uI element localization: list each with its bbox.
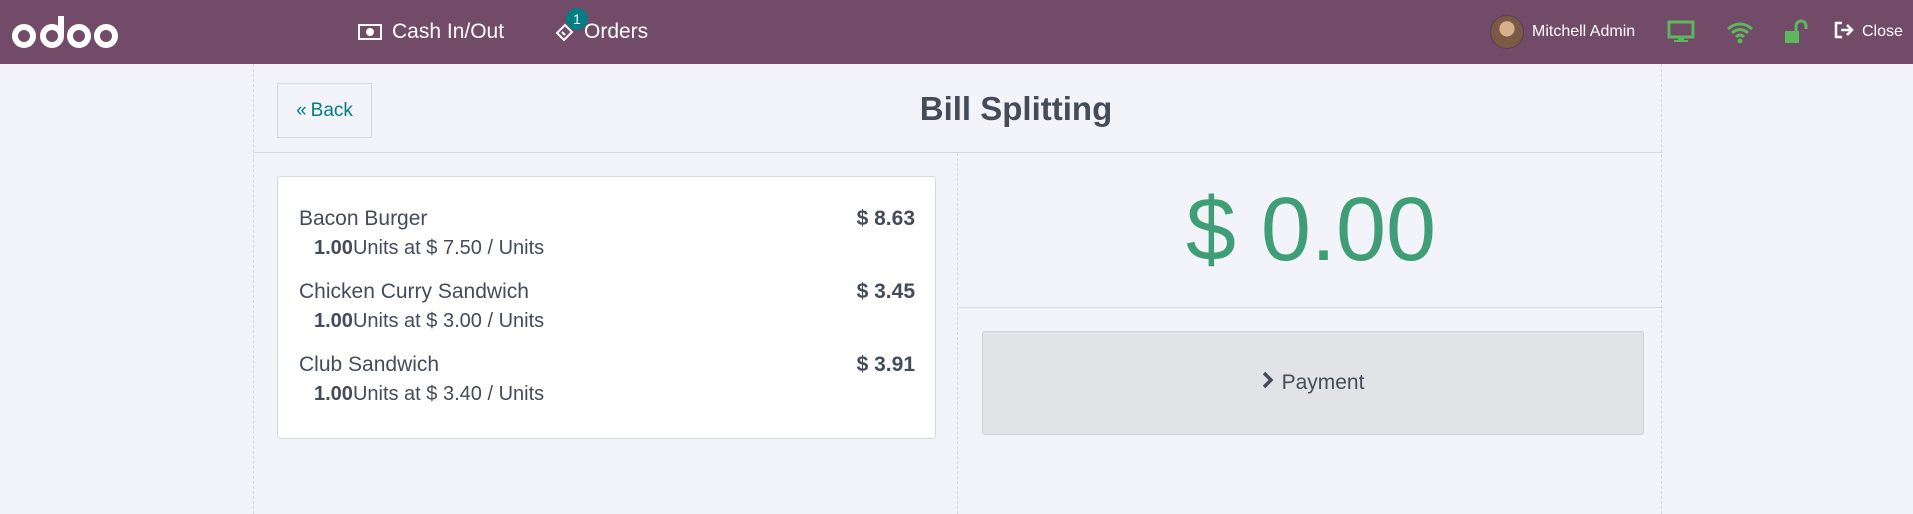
close-button[interactable]: Close (1834, 0, 1903, 64)
back-button[interactable]: « Back (277, 83, 372, 138)
line-price: $ 3.91 (856, 353, 915, 376)
line-unit-detail: Units at $ 3.40 / Units (352, 383, 545, 405)
user-menu[interactable]: Mitchell Admin (1490, 0, 1635, 64)
split-bill-screen: « Back Bill Splitting Bacon Burger $ 8.6… (253, 64, 1663, 514)
product-name: Bacon Burger (299, 207, 428, 230)
product-name: Club Sandwich (299, 353, 440, 376)
cash-in-out-button[interactable]: Cash In/Out (358, 0, 504, 64)
line-unit-detail: Units at $ 3.00 / Units (352, 310, 545, 332)
close-label: Close (1862, 23, 1903, 40)
sign-out-icon (1834, 21, 1854, 44)
line-quantity: 1.00 (314, 383, 353, 405)
line-price: $ 8.63 (856, 207, 915, 230)
cash-in-out-label: Cash In/Out (392, 20, 505, 43)
orderline[interactable]: Chicken Curry Sandwich $ 3.45 1.00Units … (299, 280, 915, 353)
orders-button[interactable]: 1 Orders (554, 0, 648, 64)
top-navbar: Cash In/Out 1 Orders Mitchell Admin Clos… (0, 0, 1913, 64)
orders-icon: 1 (554, 8, 588, 42)
line-price: $ 3.45 (856, 280, 915, 303)
money-icon (358, 23, 382, 41)
wifi-icon[interactable] (1724, 16, 1756, 48)
line-quantity: 1.00 (314, 310, 353, 332)
unlock-icon[interactable] (1779, 16, 1811, 48)
odoo-logo[interactable] (12, 12, 118, 52)
payment-button[interactable]: Payment (982, 331, 1644, 435)
monitor-icon[interactable] (1665, 16, 1697, 48)
orderlines-list: Bacon Burger $ 8.63 1.00Units at $ 7.50 … (277, 176, 936, 439)
chevron-right-icon (1262, 371, 1274, 395)
screen-header: « Back Bill Splitting (254, 64, 1663, 153)
orders-label: Orders (584, 20, 649, 43)
line-unit-detail: Units at $ 7.50 / Units (352, 237, 545, 259)
user-name: Mitchell Admin (1532, 23, 1636, 40)
orders-count-badge: 1 (566, 8, 588, 30)
orderline[interactable]: Bacon Burger $ 8.63 1.00Units at $ 7.50 … (299, 207, 915, 280)
orderlines-pane: Bacon Burger $ 8.63 1.00Units at $ 7.50 … (254, 153, 958, 514)
orderline[interactable]: Club Sandwich $ 3.91 1.00Units at $ 3.40… (299, 353, 915, 426)
split-summary-pane: $ 0.00 Payment (959, 153, 1663, 514)
back-label: Back (310, 99, 353, 121)
page-title: Bill Splitting (919, 89, 1113, 127)
avatar (1490, 15, 1524, 49)
split-total: $ 0.00 (959, 153, 1663, 308)
payment-label: Payment (1281, 371, 1365, 394)
line-quantity: 1.00 (314, 237, 353, 259)
product-name: Chicken Curry Sandwich (299, 280, 529, 303)
double-chevron-left-icon: « (296, 99, 307, 121)
